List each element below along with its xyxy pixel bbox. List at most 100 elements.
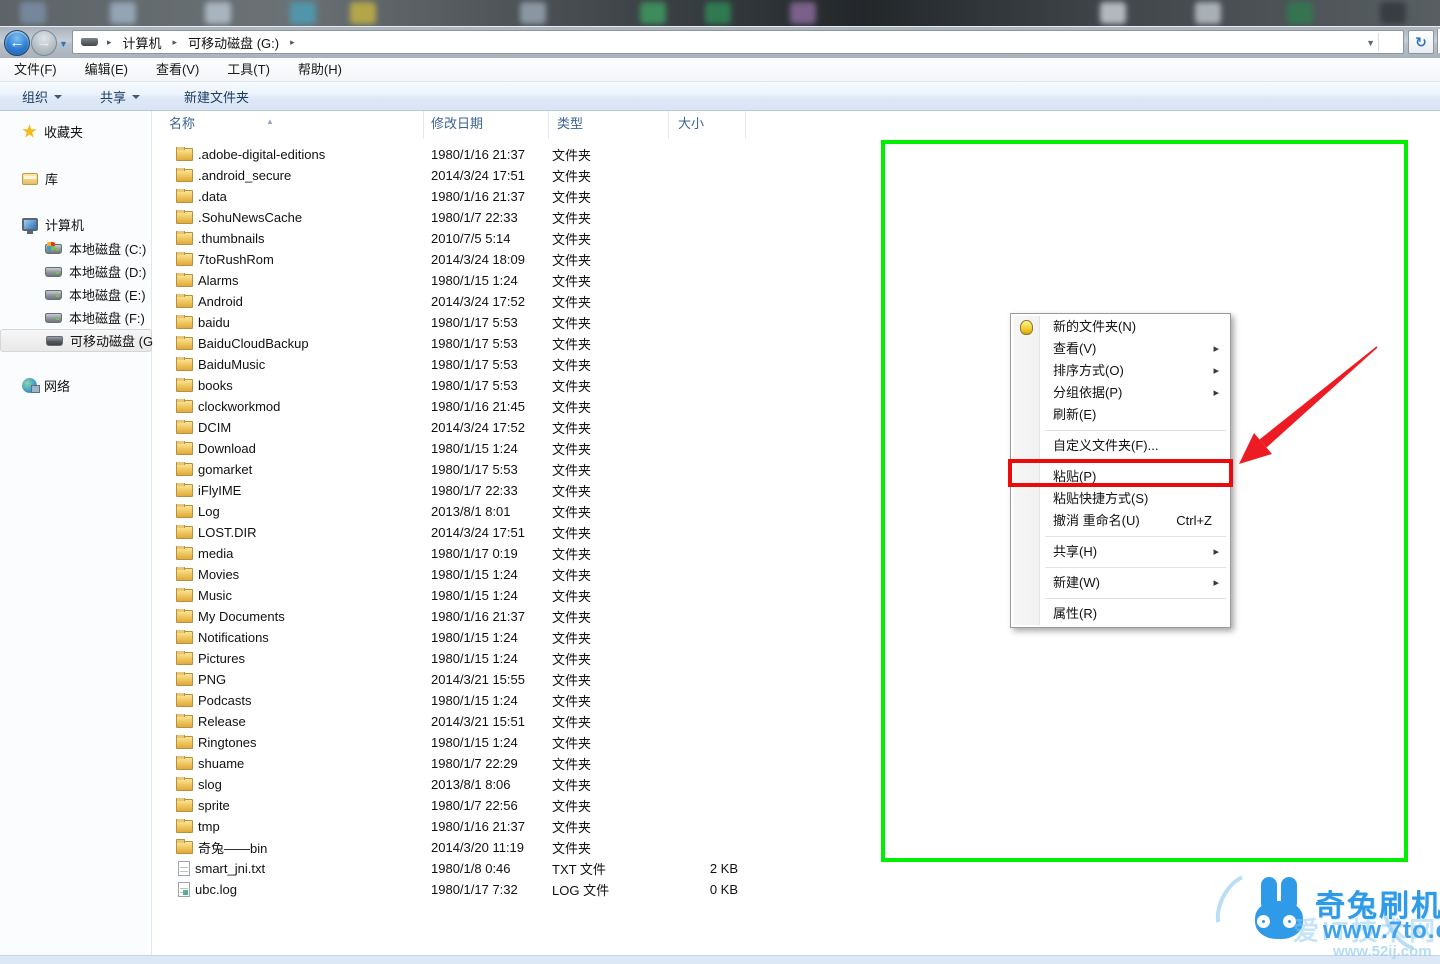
new-folder-button[interactable]: 新建文件夹 [174,84,259,108]
file-date: 1980/1/15 1:24 [431,651,518,666]
file-name: .thumbnails [198,231,265,246]
context-menu-item[interactable]: 刷新(E) [1013,404,1228,431]
column-header-size[interactable]: 大小 [669,111,746,139]
file-row[interactable]: Music 1980/1/15 1:24 文件夹 [153,585,793,606]
breadcrumb-arrow-icon[interactable]: ▸ [281,37,304,48]
file-type-icon [178,882,190,897]
breadcrumb-arrow-icon[interactable]: ▸ [164,37,187,48]
context-menu-item[interactable]: 新建(W) [1013,572,1228,599]
breadcrumb-item[interactable]: 计算机 [121,33,164,52]
file-row[interactable]: DCIM 2014/3/24 17:52 文件夹 [153,417,793,438]
sidebar-item-drive[interactable]: 本地磁盘 (C:) [0,237,152,260]
file-row[interactable]: 奇兔——bin 2014/3/20 11:19 文件夹 [153,837,793,858]
file-row[interactable]: Download 1980/1/15 1:24 文件夹 [153,438,793,459]
file-row[interactable]: smart_jni.txt 1980/1/8 0:46 TXT 文件 2 KB [153,858,793,879]
menubar-item[interactable]: 编辑(E) [71,58,142,81]
file-date: 1980/1/17 5:53 [431,357,518,372]
file-row[interactable]: BaiduCloudBackup 1980/1/17 5:53 文件夹 [153,333,793,354]
file-row[interactable]: Pictures 1980/1/15 1:24 文件夹 [153,648,793,669]
file-type-icon [176,651,193,665]
sidebar-item-libraries[interactable]: 库 [0,168,152,189]
context-menu-item[interactable]: 粘贴快捷方式(S) [1013,488,1228,510]
file-row[interactable]: 7toRushRom 2014/3/24 18:09 文件夹 [153,249,793,270]
file-row[interactable]: tmp 1980/1/16 21:37 文件夹 [153,816,793,837]
menubar-item[interactable]: 文件(F) [0,58,71,81]
breadcrumb-arrow-icon[interactable]: ▸ [98,37,121,48]
file-row[interactable]: .data 1980/1/16 21:37 文件夹 [153,186,793,207]
file-row[interactable]: Android 2014/3/24 17:52 文件夹 [153,291,793,312]
sidebar-item-network[interactable]: 网络 [0,375,152,396]
file-name: BaiduCloudBackup [198,336,309,351]
file-type: 文件夹 [552,610,592,625]
column-header-type[interactable]: 类型 [549,111,669,139]
sidebar-item-drive[interactable]: 可移动磁盘 (G:) [0,329,161,352]
file-row[interactable]: books 1980/1/17 5:53 文件夹 [153,375,793,396]
menubar-item[interactable]: 帮助(H) [284,58,356,81]
file-name: baidu [198,315,230,330]
column-header-name[interactable]: 名称 ▲ [153,111,424,139]
file-row[interactable]: BaiduMusic 1980/1/17 5:53 文件夹 [153,354,793,375]
file-row[interactable]: Ringtones 1980/1/15 1:24 文件夹 [153,732,793,753]
file-date: 1980/1/7 22:56 [431,798,518,813]
context-menu-item[interactable]: 查看(V) [1013,338,1228,360]
sidebar-item-drive[interactable]: 本地磁盘 (F:) [0,306,152,329]
file-row[interactable]: .adobe-digital-editions 1980/1/16 21:37 … [153,144,793,165]
menubar-item[interactable]: 工具(T) [213,58,284,81]
context-menu-item[interactable]: 分组依据(P) [1013,382,1228,404]
sidebar-item-drive[interactable]: 本地磁盘 (D:) [0,260,152,283]
file-row[interactable]: My Documents 1980/1/16 21:37 文件夹 [153,606,793,627]
file-row[interactable]: iFlyIME 1980/1/7 22:33 文件夹 [153,480,793,501]
file-row[interactable]: .SohuNewsCache 1980/1/7 22:33 文件夹 [153,207,793,228]
refresh-button[interactable]: ↻ [1408,30,1434,54]
back-button[interactable] [4,30,30,56]
file-row[interactable]: slog 2013/8/1 8:06 文件夹 [153,774,793,795]
file-row[interactable]: Movies 1980/1/15 1:24 文件夹 [153,564,793,585]
file-row[interactable]: gomarket 1980/1/17 5:53 文件夹 [153,459,793,480]
file-row[interactable]: .thumbnails 2010/7/5 5:14 文件夹 [153,228,793,249]
file-type: 文件夹 [552,232,592,247]
share-button[interactable]: 共享 [90,84,150,108]
file-name: Pictures [198,651,245,666]
file-row[interactable]: LOST.DIR 2014/3/24 17:51 文件夹 [153,522,793,543]
file-row[interactable]: media 1980/1/17 0:19 文件夹 [153,543,793,564]
file-row[interactable]: Alarms 1980/1/15 1:24 文件夹 [153,270,793,291]
context-menu-item[interactable]: 新的文件夹(N) [1013,316,1228,338]
forward-button[interactable] [31,30,57,56]
file-type: 文件夹 [552,652,592,667]
file-row[interactable]: ubc.log 1980/1/17 7:32 LOG 文件 0 KB [153,879,793,900]
file-row[interactable]: sprite 1980/1/7 22:56 文件夹 [153,795,793,816]
file-row[interactable]: PNG 2014/3/21 15:55 文件夹 [153,669,793,690]
sidebar-item-drive[interactable]: 本地磁盘 (E:) [0,283,152,306]
file-type-icon [176,693,193,707]
file-row[interactable]: clockworkmod 1980/1/16 21:45 文件夹 [153,396,793,417]
context-menu-item[interactable]: 共享(H) [1013,541,1228,568]
organize-button[interactable]: 组织 [12,84,72,108]
context-menu-item[interactable]: 自定义文件夹(F)... [1013,435,1228,462]
annotation-highlight-box [1008,459,1233,487]
context-menu-item[interactable]: 属性(R) [1013,603,1228,625]
file-type: 文件夹 [552,757,592,772]
column-header-date[interactable]: 修改日期 [424,111,549,139]
file-row[interactable]: Podcasts 1980/1/15 1:24 文件夹 [153,690,793,711]
file-name: Android [198,294,243,309]
context-menu-item[interactable]: 排序方式(O) [1013,360,1228,382]
sidebar-item-favorites[interactable]: 收藏夹 [0,121,152,142]
address-bar[interactable]: ▸ 计算机 ▸ 可移动磁盘 (G:) ▸ ▼ [72,30,1404,54]
file-name: sprite [198,798,230,813]
file-row[interactable]: Release 2014/3/21 15:51 文件夹 [153,711,793,732]
file-row[interactable]: baidu 1980/1/17 5:53 文件夹 [153,312,793,333]
address-dropdown-icon[interactable]: ▼ [1366,38,1375,48]
file-date: 1980/1/16 21:37 [431,189,525,204]
sidebar-item-computer[interactable]: 计算机 [0,214,152,235]
recent-pages-chevron-icon[interactable]: ▼ [59,39,68,49]
file-type-icon [176,819,193,833]
file-row[interactable]: Log 2013/8/1 8:01 文件夹 [153,501,793,522]
breadcrumb-item[interactable]: 可移动磁盘 (G:) [186,33,281,52]
file-row[interactable]: .android_secure 2014/3/24 17:51 文件夹 [153,165,793,186]
file-type: 文件夹 [552,169,592,184]
file-row[interactable]: Notifications 1980/1/15 1:24 文件夹 [153,627,793,648]
menubar-item[interactable]: 查看(V) [142,58,213,81]
file-row[interactable]: shuame 1980/1/7 22:29 文件夹 [153,753,793,774]
context-menu-item[interactable]: 撤消 重命名(U) Ctrl+Z [1013,510,1228,537]
file-type: 文件夹 [552,589,592,604]
